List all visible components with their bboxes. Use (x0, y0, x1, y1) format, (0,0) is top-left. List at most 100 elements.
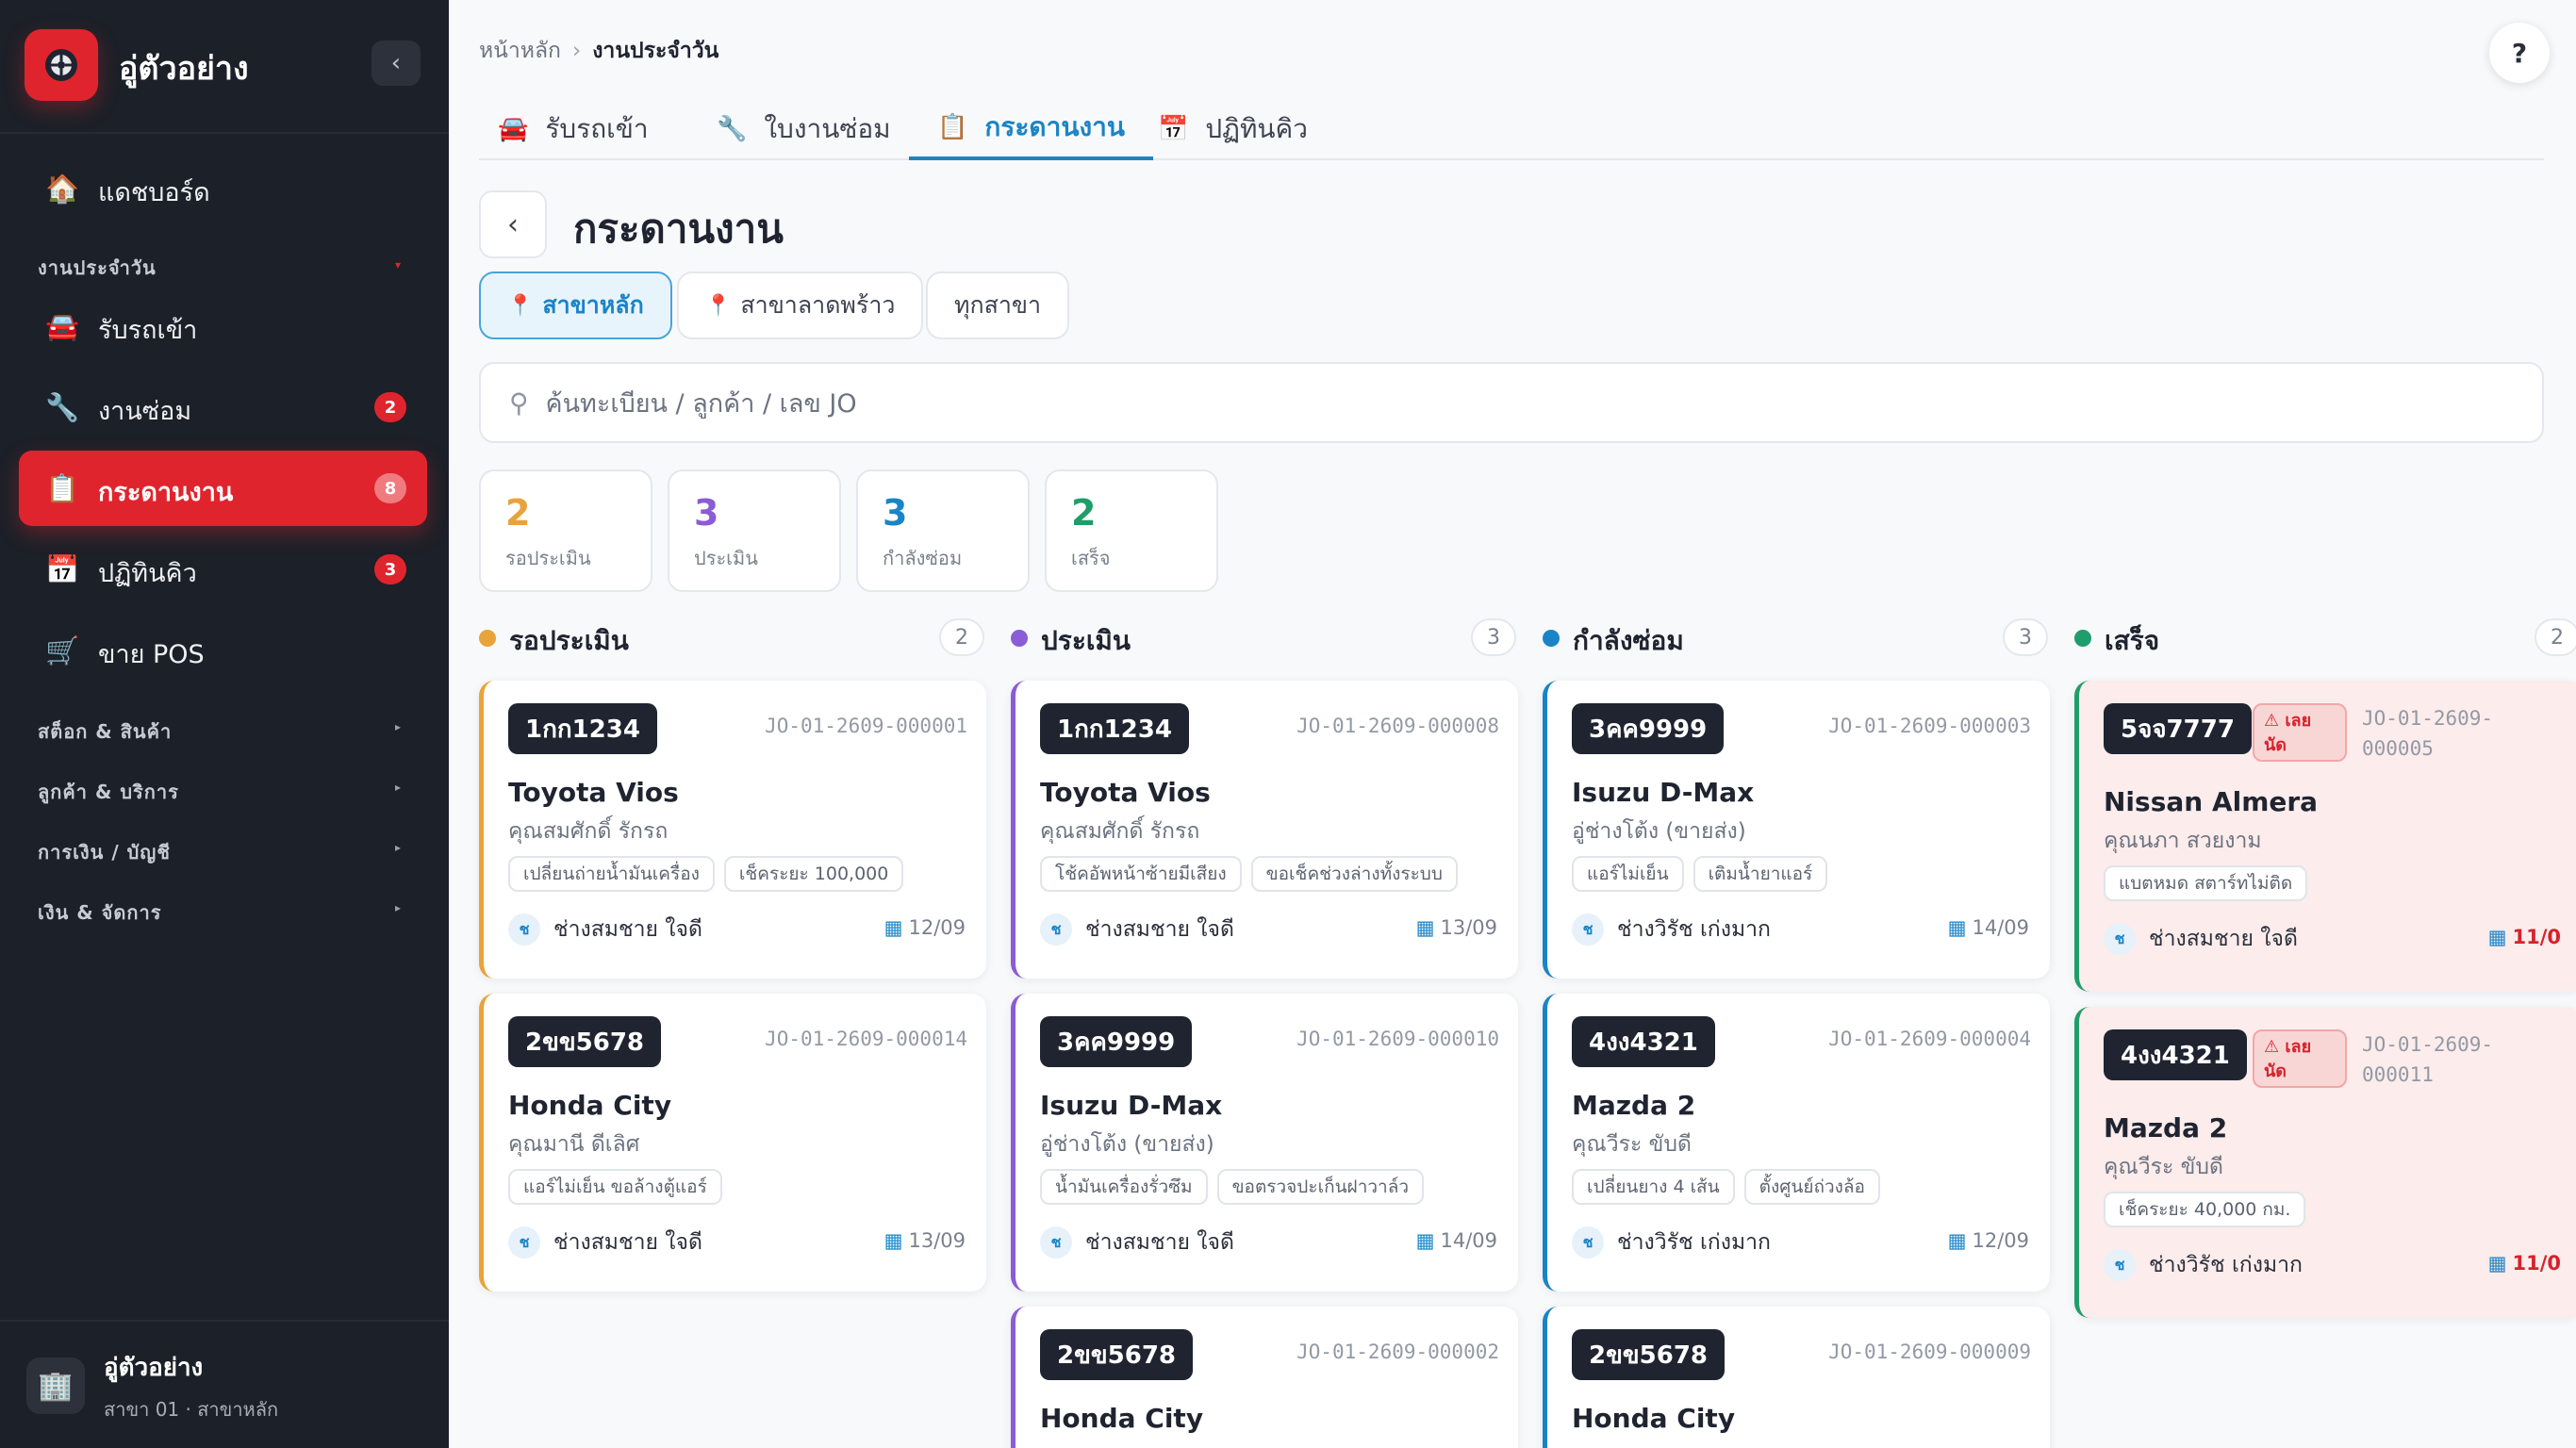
job-card[interactable]: 4งง4321 ⚠ เลย นัด JO-01-2609- 000011 Mazda 2… (2074, 1007, 2576, 1318)
job-card[interactable]: 3คค9999 JO-01-2609-000003 Isuzu D-Max อู่ช่… (1543, 681, 2050, 979)
section-stock[interactable]: สต็อก & สินค้า ▸ (38, 716, 415, 747)
column-count: 2 (939, 618, 984, 656)
license-plate: 3คค9999 (1572, 703, 1725, 754)
service-tag: เติมน้ำยาแอร์ (1693, 856, 1828, 892)
license-plate: 1กก1234 (1040, 703, 1189, 754)
stat-done[interactable]: 2 เสร็จ (1045, 469, 1218, 592)
assigned-technician: ช ช่างสมชาย ใจดี (508, 1226, 702, 1259)
section-management[interactable]: เงิน & จัดการ ▸ (38, 897, 415, 928)
due-date-value: 11/0 (2512, 926, 2561, 948)
tire-logo-icon (25, 29, 98, 101)
service-tag: ขอเช็คช่วงล่างทั้งระบบ (1250, 856, 1458, 892)
column-header-assessing: ประเมิน 3 (1011, 617, 1516, 658)
assigned-technician: ช ช่างวิรัช เก่งมาก (2104, 1248, 2303, 1282)
job-order-number: JO-01-2609-000008 (1296, 715, 1499, 737)
technician-name: ช่างสมชาย ใจดี (553, 917, 702, 942)
avatar: ช (1572, 913, 1604, 946)
job-order-number: JO-01-2609-000009 (1828, 1341, 2031, 1363)
tag-list: แบตหมด สตาร์ทไม่ติด (2104, 865, 2308, 901)
branch-filter-main[interactable]: 📍 สาขาหลัก (479, 272, 672, 339)
stat-label: ประเมิน (694, 547, 758, 569)
sidebar-item-label: กระดานงาน (98, 478, 234, 507)
car-model: Toyota Vios (1040, 777, 1211, 808)
service-tag: แอร์ไม่เย็น (1572, 856, 1684, 892)
sidebar-item-queue-calendar[interactable]: 📅 ปฏิทินคิว 3 (19, 532, 427, 607)
job-card[interactable]: 4งง4321 JO-01-2609-000004 Mazda 2 คุณวีระ ข… (1543, 994, 2050, 1292)
sidebar-item-repair-jobs[interactable]: 🔧 งานซ่อม 2 (19, 370, 427, 445)
job-card[interactable]: 3คค9999 JO-01-2609-000010 Isuzu D-Max อู่ช่… (1011, 994, 1518, 1292)
job-card[interactable]: 2ขข5678 JO-01-2609-000009 Honda City (1543, 1307, 2050, 1448)
job-card[interactable]: 2ขข5678 JO-01-2609-000002 Honda City (1011, 1307, 1518, 1448)
search-placeholder: ค้นทะเบียน / ลูกค้า / เลข JO (545, 388, 857, 419)
back-button[interactable]: ‹ (479, 190, 547, 258)
stat-repairing[interactable]: 3 กำลังซ่อม (856, 469, 1030, 592)
service-tag: เปลี่ยนถ่ายน้ำมันเครื่อง (508, 856, 715, 892)
due-date: ▦ 11/0 (2488, 926, 2561, 948)
section-daily-work[interactable]: งานประจำวัน ▾ (38, 253, 415, 283)
job-order-suffix: 000011 (2362, 1063, 2434, 1086)
section-finance[interactable]: การเงิน / บัญชี ▸ (38, 837, 415, 867)
page-title: กระดานงาน (573, 206, 784, 252)
tab-job-board[interactable]: 📋 กระดานงาน (909, 98, 1153, 160)
job-card[interactable]: 1กก1234 JO-01-2609-000008 Toyota Vios คุณสม… (1011, 681, 1518, 979)
avatar: ช (1040, 913, 1072, 946)
car-model: Isuzu D-Max (1572, 777, 1755, 808)
service-tag: ขอตรวจปะเก็นฝาวาล์ว (1216, 1169, 1425, 1205)
status-dot (479, 630, 496, 647)
license-plate: 2ขข5678 (1040, 1329, 1194, 1380)
stat-count: 2 (1071, 492, 1097, 534)
job-card[interactable]: 5จจ7777 ⚠ เลย นัด JO-01-2609- 000005 Nissan … (2074, 681, 2576, 992)
assigned-technician: ช ช่างสมชาย ใจดี (1040, 913, 1234, 946)
section-label: งานประจำวัน (38, 256, 157, 279)
due-date: ▦ 12/09 (884, 916, 966, 939)
service-tag: แบตหมด สตาร์ทไม่ติด (2104, 865, 2308, 901)
tag-list: เช็คระยะ 40,000 กม. (2104, 1192, 2306, 1227)
car-model: Mazda 2 (1572, 1090, 1696, 1121)
section-customers[interactable]: ลูกค้า & บริการ ▸ (38, 777, 415, 807)
stat-assessing[interactable]: 3 ประเมิน (668, 469, 841, 592)
pin-icon: 📍 (507, 293, 534, 318)
branch-filter-all[interactable]: ทุกสาขา (926, 272, 1070, 339)
customer-name: คุณมานี ดีเลิศ (508, 1132, 640, 1157)
stat-waiting[interactable]: 2 รอประเมิน (479, 469, 652, 592)
tab-label: ใบงานซ่อม (764, 113, 891, 144)
sidebar-item-label: ปฏิทินคิว (98, 559, 197, 588)
breadcrumb-home[interactable]: หน้าหลัก (479, 39, 561, 63)
due-date-value: 14/09 (1972, 916, 2029, 939)
home-icon: 🏠 (44, 172, 80, 205)
sidebar-item-receive-car[interactable]: 🚘 รับรถเข้า (19, 288, 427, 364)
service-tag: แอร์ไม่เย็น ขอล้างตู้แอร์ (508, 1169, 722, 1205)
column-title: กำลังซ่อม (1573, 625, 1684, 656)
collapse-sidebar-button[interactable]: ‹ (372, 41, 421, 86)
customer-name: คุณวีระ ขับดี (2104, 1155, 2223, 1179)
calendar-icon: ▦ (1947, 916, 1967, 939)
due-date-value: 14/09 (1440, 1229, 1497, 1252)
car-model: Toyota Vios (508, 777, 679, 808)
tab-receive-car[interactable]: 🚘 รับรถเข้า (498, 98, 649, 160)
sidebar-item-pos[interactable]: 🛒 ขาย POS (19, 613, 427, 688)
tab-queue-calendar[interactable]: 📅 ปฏิทินคิว (1158, 98, 1308, 160)
job-order-prefix: JO-01-2609- (2362, 1033, 2494, 1056)
sidebar-item-dashboard[interactable]: 🏠 แดชบอร์ด (19, 151, 427, 226)
avatar: ช (2104, 923, 2136, 955)
column-title: รอประเมิน (509, 625, 629, 656)
job-card[interactable]: 2ขข5678 JO-01-2609-000014 Honda City คุณมาน… (479, 994, 986, 1292)
tab-repair-orders[interactable]: 🔧 ใบงานซ่อม (717, 98, 891, 160)
due-date: ▦ 12/09 (1948, 1229, 2029, 1252)
help-button[interactable]: ? (2489, 23, 2550, 83)
branch-filter-ladprao[interactable]: 📍 สาขาลาดพร้าว (677, 272, 924, 339)
due-date-value: 12/09 (908, 916, 966, 939)
job-card[interactable]: 1กก1234 JO-01-2609-000001 Toyota Vios คุณสม… (479, 681, 986, 979)
status-dot (2074, 630, 2091, 647)
clipboard-icon: 📋 (937, 113, 968, 141)
service-tag: เช็คระยะ 100,000 (723, 856, 904, 892)
job-order-number: JO-01-2609-000001 (765, 715, 967, 737)
shop-branch: สาขา 01 · สาขาหลัก (104, 1398, 279, 1421)
sidebar-item-job-board[interactable]: 📋 กระดานงาน 8 (19, 451, 427, 526)
stat-label: รอประเมิน (505, 547, 591, 569)
due-date: ▦ 13/09 (1416, 916, 1497, 939)
search-input[interactable]: ⚲ ค้นทะเบียน / ลูกค้า / เลข JO (479, 362, 2544, 443)
technician-name: ช่างวิรัช เก่งมาก (1617, 917, 1771, 942)
job-order-suffix: 000005 (2362, 737, 2434, 760)
tag-list: แอร์ไม่เย็น ขอล้างตู้แอร์ (508, 1169, 722, 1205)
